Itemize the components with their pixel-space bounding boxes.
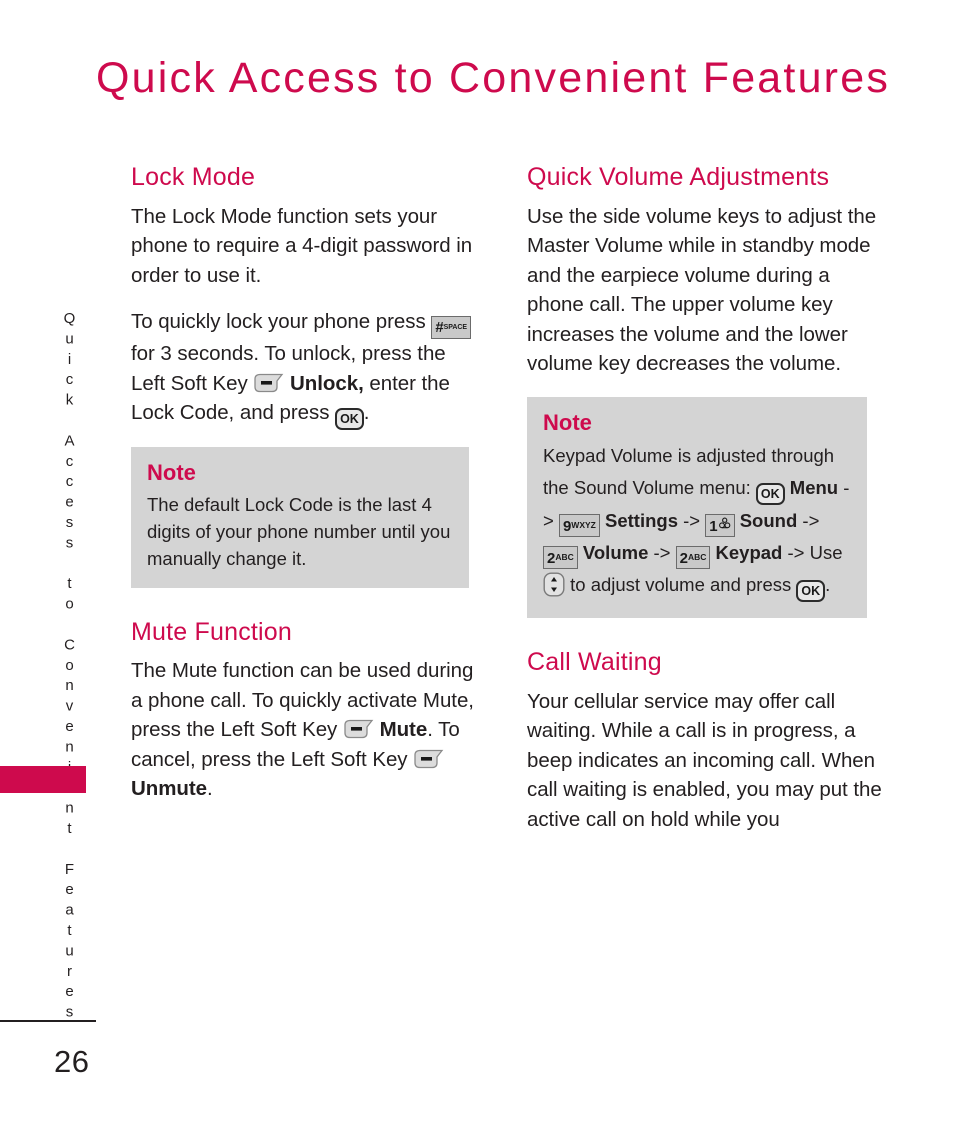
step-arrow: ->: [683, 510, 701, 532]
lock-mode-paragraph-1: The Lock Mode function sets your phone t…: [131, 204, 473, 287]
left-column: Lock Mode The Lock Mode function sets yo…: [131, 163, 481, 804]
key-digit: 1: [709, 518, 718, 536]
mute-bold-label: Mute: [379, 718, 428, 742]
side-tab-marker: [0, 766, 86, 793]
nav-up-down-key-icon: [543, 572, 565, 597]
key-letters: ABC: [687, 552, 707, 563]
mute-text-3: .: [207, 777, 213, 801]
note-box-lock-code: Note The default Lock Code is the last 4…: [131, 447, 469, 588]
footer-divider: [0, 1020, 96, 1022]
step-arrow: ->: [653, 542, 671, 564]
heading-quick-volume-adjustments: Quick Volume Adjustments: [527, 163, 830, 191]
hash-space-key-icon: #SPACE: [431, 316, 472, 340]
left-soft-key-icon: [413, 749, 444, 769]
left-soft-key-icon: [343, 719, 374, 739]
nine-wxyz-key-icon: 9WXYZ: [558, 514, 600, 538]
lock-mode-paragraph-2: To quickly lock your phone press #SPACE …: [131, 307, 481, 431]
note-body: The default Lock Code is the last 4 digi…: [147, 493, 451, 569]
note-tail-1: Use: [809, 542, 843, 564]
step-label-sound: Sound: [739, 510, 798, 532]
lock-mode-p2-text-1: To quickly lock your phone press: [131, 310, 426, 334]
one-voicemail-key-icon: 1: [705, 514, 735, 538]
step-label-settings: Settings: [605, 510, 678, 532]
page-number: 26: [54, 1044, 90, 1079]
key-letters: ABC: [555, 552, 574, 563]
heading-mute-function: Mute Function: [131, 617, 293, 646]
heading-lock-mode: Lock Mode: [131, 163, 256, 191]
right-column: Quick Volume Adjustments Use the side vo…: [527, 163, 883, 834]
heading-call-waiting: Call Waiting: [527, 648, 662, 677]
lock-mode-p2-period: .: [363, 401, 370, 425]
two-abc-key-icon: 2ABC: [675, 546, 711, 570]
note-tail-3: .: [825, 574, 831, 596]
step-label-menu: Menu: [789, 477, 839, 499]
ok-key-icon: OK: [755, 483, 785, 506]
note-tail-2: to adjust volume and press: [570, 574, 792, 596]
key-digit: 2: [679, 550, 688, 568]
voicemail-icon: [718, 515, 731, 536]
note-body: Keypad Volume is adjusted through the So…: [543, 440, 851, 603]
mute-function-paragraph: The Mute function can be used during a p…: [131, 656, 481, 804]
key-letters: WXYZ: [571, 520, 596, 531]
side-tab-label: Quick Access to Convenient Features: [61, 310, 78, 1024]
ok-key-icon: OK: [335, 408, 364, 431]
ok-key-icon: OK: [796, 580, 826, 603]
step-label-volume: Volume: [582, 542, 649, 564]
lock-mode-unlock-bold: Unlock,: [290, 371, 364, 395]
step-arrow: ->: [802, 510, 820, 532]
note-title: Note: [147, 460, 196, 486]
note-title: Note: [543, 409, 592, 435]
left-soft-key-icon: [253, 373, 284, 393]
quick-volume-paragraph: Use the side volume keys to adjust the M…: [527, 204, 877, 376]
unmute-bold-label: Unmute: [131, 777, 208, 801]
page-title: Quick Access to Convenient Features: [96, 54, 891, 102]
step-label-keypad: Keypad: [715, 542, 783, 564]
step-arrow: ->: [787, 542, 805, 564]
note-box-keypad-volume: Note Keypad Volume is adjusted through t…: [527, 396, 867, 619]
call-waiting-paragraph: Your cellular service may offer call wai…: [527, 689, 882, 831]
two-abc-key-icon: 2ABC: [543, 546, 578, 570]
